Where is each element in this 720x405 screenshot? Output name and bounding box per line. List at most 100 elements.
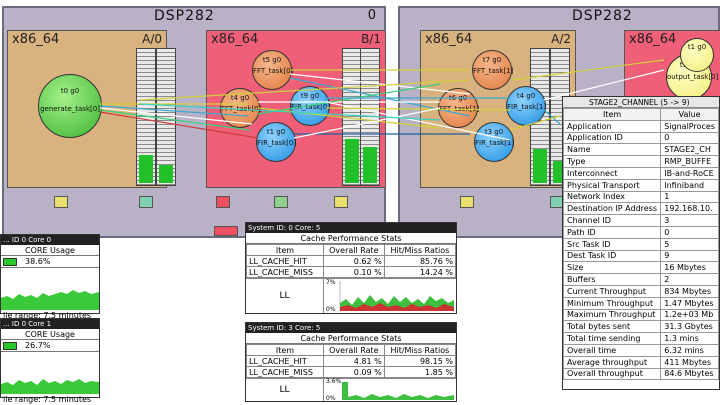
task-name: FIR_task[1] [507, 103, 547, 111]
table-row[interactable]: Overall time 6.32 mins [562, 343, 719, 357]
task-id: t4 g0 [516, 92, 536, 100]
node-label: x86_64 [629, 32, 677, 47]
table-row[interactable]: Total bytes sent 31.3 Gbytes [562, 320, 719, 334]
cache-window-0[interactable]: System ID: 0 Core: 5 Cache Performance S… [245, 222, 457, 314]
table-row[interactable]: Total time sending 1.3 mins [562, 332, 719, 345]
table-row: LL_CACHE_HIT 0.62 % 85.76 % [246, 255, 457, 267]
task-id: t6 g0 [448, 94, 468, 102]
table-row[interactable]: Maximum Throughput 1.2e+03 Mb [562, 308, 719, 322]
window-titlebar[interactable]: ... ID 0 Core 0 [1, 235, 99, 245]
table-row[interactable]: Current Throughput 834 Mbytes [562, 284, 719, 298]
property-name: Minimum Throughput [562, 296, 662, 310]
table-row[interactable]: Application ID 0 [562, 131, 719, 145]
task-fir-1[interactable]: t1 g0 FIR_task[0] [256, 122, 296, 162]
property-name: Total bytes sent [562, 320, 662, 334]
property-name: Destination IP Address [562, 202, 662, 216]
time-range-label: ile range: 7.5 minutes [3, 395, 92, 404]
nic-icon[interactable] [54, 196, 68, 208]
task-output-2[interactable]: t1 g0 [680, 38, 714, 72]
table-row[interactable]: Network Index 1 [562, 190, 719, 204]
property-value: STAGE2_CH [660, 143, 719, 157]
table-row[interactable]: Minimum Throughput 1.47 Mbytes [562, 296, 719, 310]
property-name: Current Throughput [562, 284, 662, 298]
table-row[interactable]: Destination IP Address 192.168.10. [562, 202, 719, 216]
col-rate: Overall Rate [322, 244, 385, 256]
core-usage-percent: 26.7% [25, 341, 51, 350]
nic-icon[interactable] [334, 196, 348, 208]
property-value: 192.168.10. [660, 202, 719, 216]
task-fir-4[interactable]: t4 g0 FIR_task[1] [506, 86, 546, 126]
usage-graph-svg [1, 290, 99, 310]
task-id: t7 g0 [482, 56, 502, 64]
cell: LL_CACHE_HIT [246, 355, 324, 367]
core-usage-window-0[interactable]: ... ID 0 Core 0 CORE Usage 38.6% ile ran… [0, 234, 100, 320]
property-name: Physical Transport [562, 178, 662, 192]
task-fft-4[interactable]: t4 g0 FFT_task[0] [220, 88, 261, 128]
task-fft-7[interactable]: t7 g0 FFT_task[1] [472, 50, 514, 90]
table-row[interactable]: Application SignalProces [562, 119, 719, 133]
table-row[interactable]: Size 16 Mbytes [562, 261, 719, 275]
table-row[interactable]: Type RMP_BUFFE [562, 155, 719, 168]
property-value: 834 Mbytes [660, 284, 719, 298]
channel-window-title[interactable]: STAGE2_CHANNEL (5 -> 9) [563, 97, 719, 108]
core-usage-window-1[interactable]: ... ID 0 Core 1 CORE Usage 26.7% ile ran… [0, 318, 100, 404]
cell: LL_CACHE_HIT [246, 255, 324, 267]
ll-graph: 3.6% 0% [326, 378, 454, 402]
property-name: Size [562, 261, 662, 275]
channel-properties-window[interactable]: STAGE2_CHANNEL (5 -> 9) Item Value Appli… [562, 96, 720, 390]
task-id: t1 g0 [266, 128, 286, 136]
table-row[interactable]: Interconnect IB-and-RoCE [562, 166, 719, 180]
nic-icon[interactable] [139, 196, 153, 208]
cell: 14.24 % [383, 266, 457, 278]
nic-icon[interactable] [274, 196, 288, 208]
table-row[interactable]: Overall throughput 84.6 Mbytes [562, 367, 719, 381]
task-name: FIR_task[0] [291, 103, 331, 111]
core-usage-graph [1, 268, 99, 310]
task-id: t9 g0 [300, 92, 320, 100]
buffer-queue-b1-2 [360, 48, 380, 186]
node-label: x86_64 [12, 32, 60, 47]
nic-icon[interactable] [216, 196, 230, 208]
property-value: 6.32 mins [660, 343, 719, 357]
buffer-queue-a0-2 [156, 48, 176, 186]
window-titlebar[interactable]: System ID: 3 Core: 5 [246, 323, 456, 333]
table-row[interactable]: Channel ID 3 [562, 214, 719, 227]
table-row[interactable]: Dest Task ID 9 [562, 249, 719, 263]
property-value: 2 [660, 273, 719, 286]
table-row[interactable]: Name STAGE2_CH [562, 143, 719, 157]
system-title: DSP282 [572, 8, 633, 24]
usage-graph-svg [1, 379, 99, 394]
col-rate: Overall Rate [322, 344, 385, 356]
nic-icon[interactable] [214, 226, 238, 236]
col-ratio: Hit/Miss Ratios [383, 344, 457, 356]
window-titlebar[interactable]: ... ID 0 Core 1 [1, 319, 99, 329]
table-row: LL_CACHE_HIT 4.81 % 98.15 % [246, 355, 457, 367]
table-row[interactable]: Path ID 0 [562, 225, 719, 239]
core-usage-graph [1, 352, 99, 394]
task-generate[interactable]: t0 g0 generate_task[0] [38, 74, 102, 138]
table-row[interactable]: Src Task ID 5 [562, 237, 719, 251]
table-row: LL_CACHE_MISS 0.09 % 1.85 % [246, 366, 457, 378]
ll-graph-svg [342, 382, 454, 400]
nic-icon[interactable] [460, 196, 474, 208]
cache-window-1[interactable]: System ID: 3 Core: 5 Cache Performance S… [245, 322, 457, 402]
property-value: 0 [660, 131, 719, 145]
window-titlebar[interactable]: System ID: 0 Core: 5 [246, 223, 456, 233]
task-name: FFT_task[1] [473, 67, 514, 75]
channel-properties-table: Item Value Application SignalProces Applic… [562, 108, 719, 381]
node-label: x86_64 [425, 32, 473, 47]
core-usage-heading: CORE Usage [1, 329, 99, 340]
table-row[interactable]: Buffers 2 [562, 273, 719, 286]
table-row[interactable]: Physical Transport Infiniband [562, 178, 719, 192]
property-name: Network Index [562, 190, 662, 204]
task-name: FIR_task[0] [257, 139, 297, 147]
task-fft-6[interactable]: t6 g0 FFT_task[1] [438, 88, 479, 128]
table-row[interactable]: Average throughput 411 Mbytes [562, 355, 719, 369]
task-id: t1 g0 [687, 43, 707, 51]
property-value: 1.3 mins [660, 332, 719, 345]
task-fir-9[interactable]: t9 g0 FIR_task[0] [290, 86, 330, 126]
property-name: Application [562, 119, 662, 133]
cache-table: Item Overall Rate Hit/Miss Ratios LL_CAC… [246, 344, 457, 378]
task-fft-5[interactable]: t5 g0 FFT_task[0] [252, 50, 293, 90]
task-fir-3[interactable]: t3 g0 FIR_task[1] [474, 122, 514, 162]
